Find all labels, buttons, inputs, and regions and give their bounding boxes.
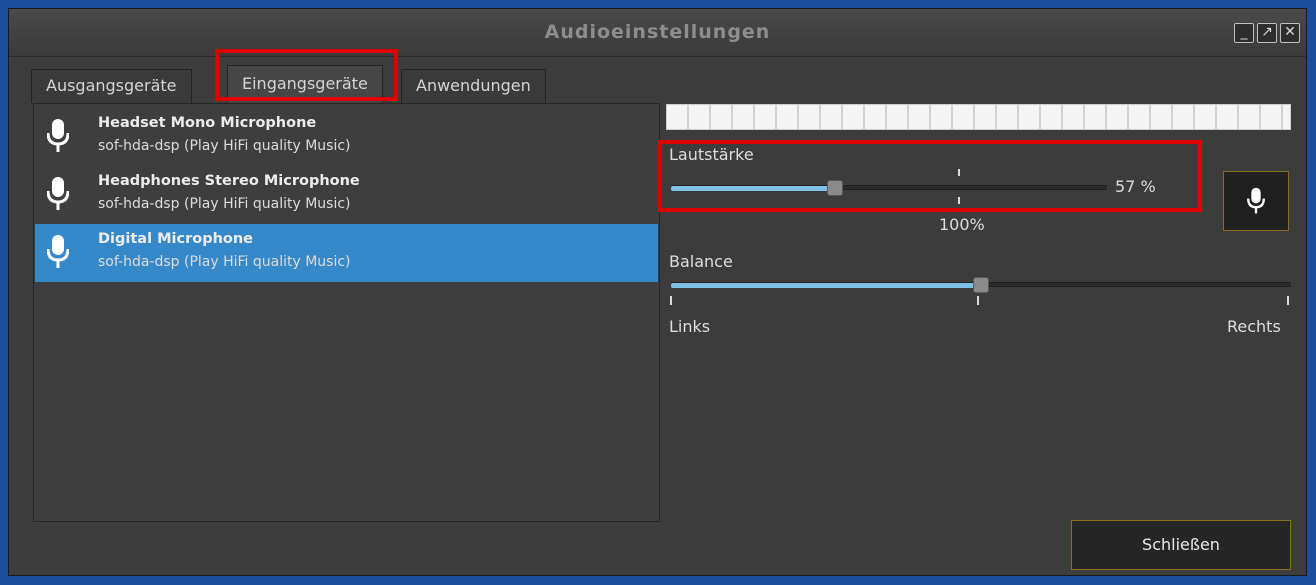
balance-tick-right [1287, 296, 1289, 305]
volume-label: Lautstärke [669, 145, 754, 164]
volume-reference-label: 100% [939, 215, 985, 234]
device-item[interactable]: Headphones Stereo Microphone sof-hda-dsp… [35, 166, 658, 224]
device-subtitle: sof-hda-dsp (Play HiFi quality Music) [98, 196, 351, 212]
device-item-selected[interactable]: Digital Microphone sof-hda-dsp (Play HiF… [35, 224, 658, 282]
balance-left-label: Links [669, 317, 711, 336]
window-title: Audioeinstellungen [544, 21, 771, 43]
device-name: Headphones Stereo Microphone [98, 173, 360, 189]
mute-microphone-button[interactable] [1223, 171, 1289, 231]
device-item[interactable]: Headset Mono Microphone sof-hda-dsp (Pla… [35, 108, 658, 166]
audio-settings-window: Audioeinstellungen _ ↗ ✕ Ausgangsgeräte … [8, 8, 1307, 576]
device-name: Digital Microphone [98, 231, 254, 247]
microphone-icon [47, 177, 69, 210]
balance-slider-fill [671, 283, 981, 288]
volume-slider-fill [671, 186, 835, 191]
tab-eingangsgeraete[interactable]: Eingangsgeräte [227, 65, 383, 103]
volume-slider-thumb[interactable] [826, 180, 843, 196]
maximize-button[interactable]: ↗ [1257, 23, 1277, 43]
volume-reference-tick-top [958, 169, 960, 176]
input-level-meter [666, 104, 1291, 130]
microphone-icon [1247, 187, 1265, 214]
volume-reference-tick-bottom [958, 197, 960, 204]
minimize-button[interactable]: _ [1234, 23, 1254, 43]
balance-right-label: Rechts [1227, 317, 1281, 336]
device-name: Headset Mono Microphone [98, 115, 317, 131]
close-button[interactable]: Schließen [1071, 520, 1291, 570]
balance-slider-thumb[interactable] [973, 277, 989, 293]
microphone-icon [47, 119, 69, 152]
microphone-icon [47, 235, 69, 268]
device-subtitle: sof-hda-dsp (Play HiFi quality Music) [98, 254, 351, 270]
tab-anwendungen[interactable]: Anwendungen [401, 69, 546, 103]
tab-ausgangsgeraete[interactable]: Ausgangsgeräte [31, 69, 192, 103]
volume-value: 57 % [1115, 177, 1156, 196]
input-device-list: Headset Mono Microphone sof-hda-dsp (Pla… [33, 103, 660, 522]
device-subtitle: sof-hda-dsp (Play HiFi quality Music) [98, 138, 351, 154]
close-window-button[interactable]: ✕ [1280, 23, 1300, 43]
balance-label: Balance [669, 252, 733, 271]
balance-tick-left [670, 296, 672, 305]
balance-tick-center [977, 296, 979, 305]
titlebar[interactable]: Audioeinstellungen _ ↗ ✕ [9, 9, 1306, 57]
